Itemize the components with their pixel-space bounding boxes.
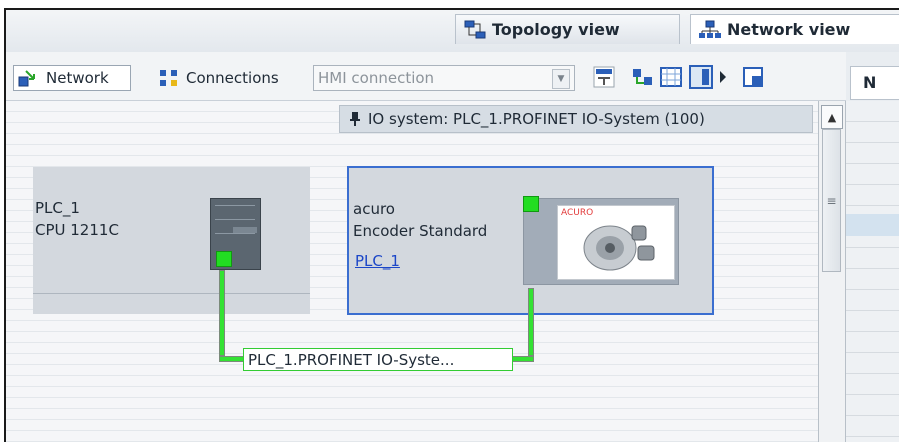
acuro-network-line[interactable] [528,288,534,356]
scroll-up-icon[interactable]: ▲ [821,105,843,129]
connections-mode-label: Connections [186,69,279,87]
controller-link[interactable]: PLC_1 [355,252,400,270]
pin-icon[interactable] [350,112,360,126]
network-conn-icon[interactable] [631,65,655,89]
network-mode-button[interactable]: Network [13,65,131,91]
io-system-label: IO system: PLC_1.PROFINET IO-System (100… [368,110,705,128]
plc-network-line-h[interactable] [219,356,244,362]
editor-frame: Topology view Network view Network Conne… [4,8,899,442]
device-type: Encoder Standard [353,222,488,240]
right-table-pane [845,101,899,442]
network-mode-label: Network [46,69,109,87]
plc-profinet-port[interactable] [216,251,232,267]
encoder-product-image: ACURO [557,205,675,280]
chevron-down-icon[interactable]: ▼ [552,69,570,89]
plc-network-line[interactable] [219,270,225,356]
tab-network-view[interactable]: Network view [690,14,899,44]
profinet-subnet-label[interactable]: PLC_1.PROFINET IO-Syste... [243,348,513,371]
more-arrow-icon[interactable] [718,65,728,89]
network-canvas[interactable]: IO system: PLC_1.PROFINET IO-System (100… [6,101,818,442]
device-type: CPU 1211C [35,221,119,239]
tab-topology-view[interactable]: Topology view [455,14,680,44]
device-name: acuro [353,200,395,218]
tab-topology-label: Topology view [492,20,620,39]
scroll-thumb[interactable]: ≡ [822,129,841,272]
topology-icon [464,20,486,38]
tab-network-label: Network view [727,20,851,39]
overview-icon[interactable] [742,65,766,89]
device-name: PLC_1 [35,199,80,217]
panel-icon[interactable] [689,65,713,89]
view-tab-bar: Topology view Network view [6,10,899,52]
connections-icon [160,70,177,86]
network-toolbar: Network Connections HMI connection ▼ [6,52,846,101]
canvas-vertical-scrollbar[interactable]: ▲ ≡ [818,101,845,442]
connection-type-value: HMI connection [318,69,435,87]
acuro-network-line-h[interactable] [512,356,534,362]
right-pane-tab[interactable]: N [850,66,899,100]
right-pane-selected-row[interactable] [846,214,899,236]
network-mode-icon [18,70,35,87]
encoder-profinet-port[interactable] [523,196,539,212]
io-system-banner: IO system: PLC_1.PROFINET IO-System (100… [339,105,813,133]
plc-footer-divider [33,293,310,294]
connection-type-select[interactable]: HMI connection ▼ [313,65,575,91]
connections-mode-button[interactable]: Connections [156,65,306,91]
plc-module-image [210,198,261,270]
name-icon[interactable] [592,65,616,89]
encoder-icon [583,225,655,271]
network-view-icon [699,20,721,38]
device-plc[interactable]: PLC_1 CPU 1211C [33,167,310,314]
grid-icon[interactable] [659,65,683,89]
encoder-module: ACURO [523,198,679,285]
right-pane-tab-label: N [863,73,877,92]
